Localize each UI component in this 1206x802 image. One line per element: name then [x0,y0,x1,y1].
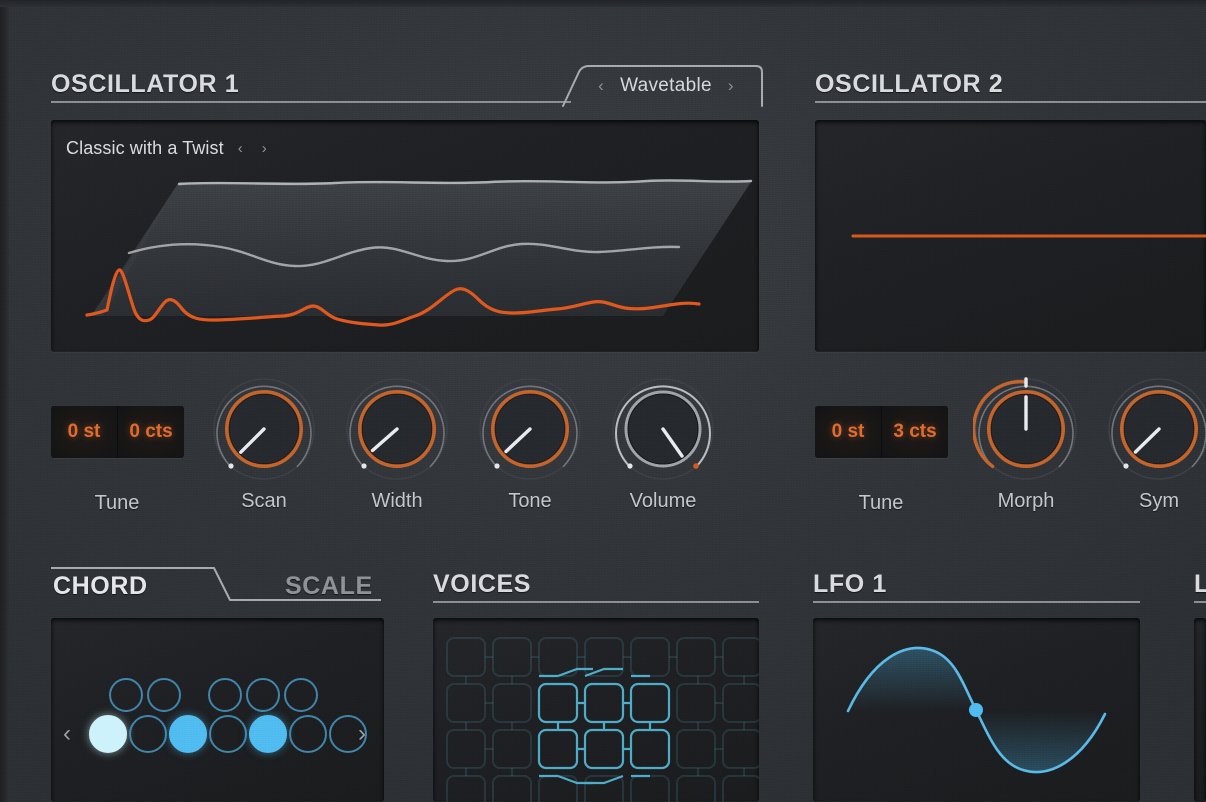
osc1-tune-cents[interactable]: 0 cts [117,406,184,458]
chord-key-black-4[interactable] [246,678,280,712]
wavetable-preset-next-icon[interactable]: › [262,140,272,157]
osc1-tune-semitones[interactable]: 0 st [51,406,117,458]
synth-plugin-window: OSCILLATOR 1 ‹ Wavetable › Classic with … [0,0,1206,802]
oscillator-2-rule [815,101,1206,103]
osc2-tune-cents[interactable]: 3 cts [881,406,948,458]
knob-sym[interactable]: Sym [1106,376,1206,512]
chord-prev-icon[interactable]: ‹ [63,722,71,746]
chord-next-icon[interactable]: › [358,722,366,746]
knob-morph-label: Morph [997,490,1055,512]
wavetable-next-icon[interactable]: › [728,76,734,96]
chord-key-white-4[interactable] [209,715,247,753]
lfo-2-display[interactable] [1194,618,1206,802]
wavetable-prev-icon[interactable]: ‹ [598,76,604,96]
osc1-tune-readout[interactable]: 0 st 0 cts [51,406,184,458]
lfo-1-waveform [846,646,1107,774]
osc2-tune-readout[interactable]: 0 st 3 cts [815,406,948,458]
knob-width[interactable]: Width [344,376,450,512]
lfo-1-rule [813,601,1140,603]
knob-sym-label: Sym [1139,490,1179,512]
wavetable-tab[interactable]: ‹ Wavetable › [574,70,758,102]
chord-key-black-2[interactable] [147,678,181,712]
voices-rule [433,601,759,603]
knob-volume[interactable]: Volume [610,376,716,512]
oscillator-1-title: OSCILLATOR 1 [51,70,240,98]
osc1-tune-label: Tune [94,492,140,514]
osc2-waveform [851,234,1206,238]
lfo-1-display[interactable] [813,618,1140,802]
chord-key-white-5[interactable] [249,715,287,753]
knob-morph[interactable]: Morph [973,376,1079,512]
knob-width-label: Width [371,490,423,512]
knob-tone[interactable]: Tone [477,376,583,512]
chord-key-black-3[interactable] [208,678,242,712]
lfo-2-rule [1194,601,1206,603]
wavetable-preset-selector[interactable]: Classic with a Twist ‹ › [66,138,272,159]
voices-title: VOICES [433,570,532,598]
tab-chord[interactable]: CHORD [53,572,148,601]
knob-volume-label: Volume [629,490,697,512]
voices-grid[interactable] [433,618,759,802]
wavetable-tab-label: Wavetable [620,75,712,96]
chord-key-white-6[interactable] [289,715,327,753]
osc2-tune-label: Tune [858,492,904,514]
window-left-edge [0,0,9,802]
window-top-edge [0,0,1206,7]
knob-scan[interactable]: Scan [211,376,317,512]
oscillator-2-title: OSCILLATOR 2 [815,70,1004,98]
oscillator-1-rule [51,101,571,103]
chord-key-black-1[interactable] [109,678,143,712]
osc2-waveform-display[interactable] [815,120,1206,352]
chord-key-white-1[interactable] [89,715,127,753]
wavetable-preset-name: Classic with a Twist [66,138,224,158]
lfo-2-title: L [1194,570,1206,598]
wavetable-display[interactable]: Classic with a Twist ‹ › [51,120,759,352]
osc2-tune-semitones[interactable]: 0 st [815,406,881,458]
wavetable-preset-prev-icon[interactable]: ‹ [238,140,248,157]
voices-display[interactable] [433,618,759,802]
lfo-1-title: LFO 1 [813,570,887,598]
chord-key-white-2[interactable] [129,715,167,753]
chord-key-grid[interactable]: ‹ › [51,618,384,802]
tab-scale[interactable]: SCALE [285,572,373,601]
chord-editor-display[interactable]: ‹ › [51,618,384,802]
knob-scan-label: Scan [241,490,287,512]
knob-tone-label: Tone [508,490,552,512]
chord-key-white-3[interactable] [169,715,207,753]
chord-key-black-5[interactable] [284,678,318,712]
